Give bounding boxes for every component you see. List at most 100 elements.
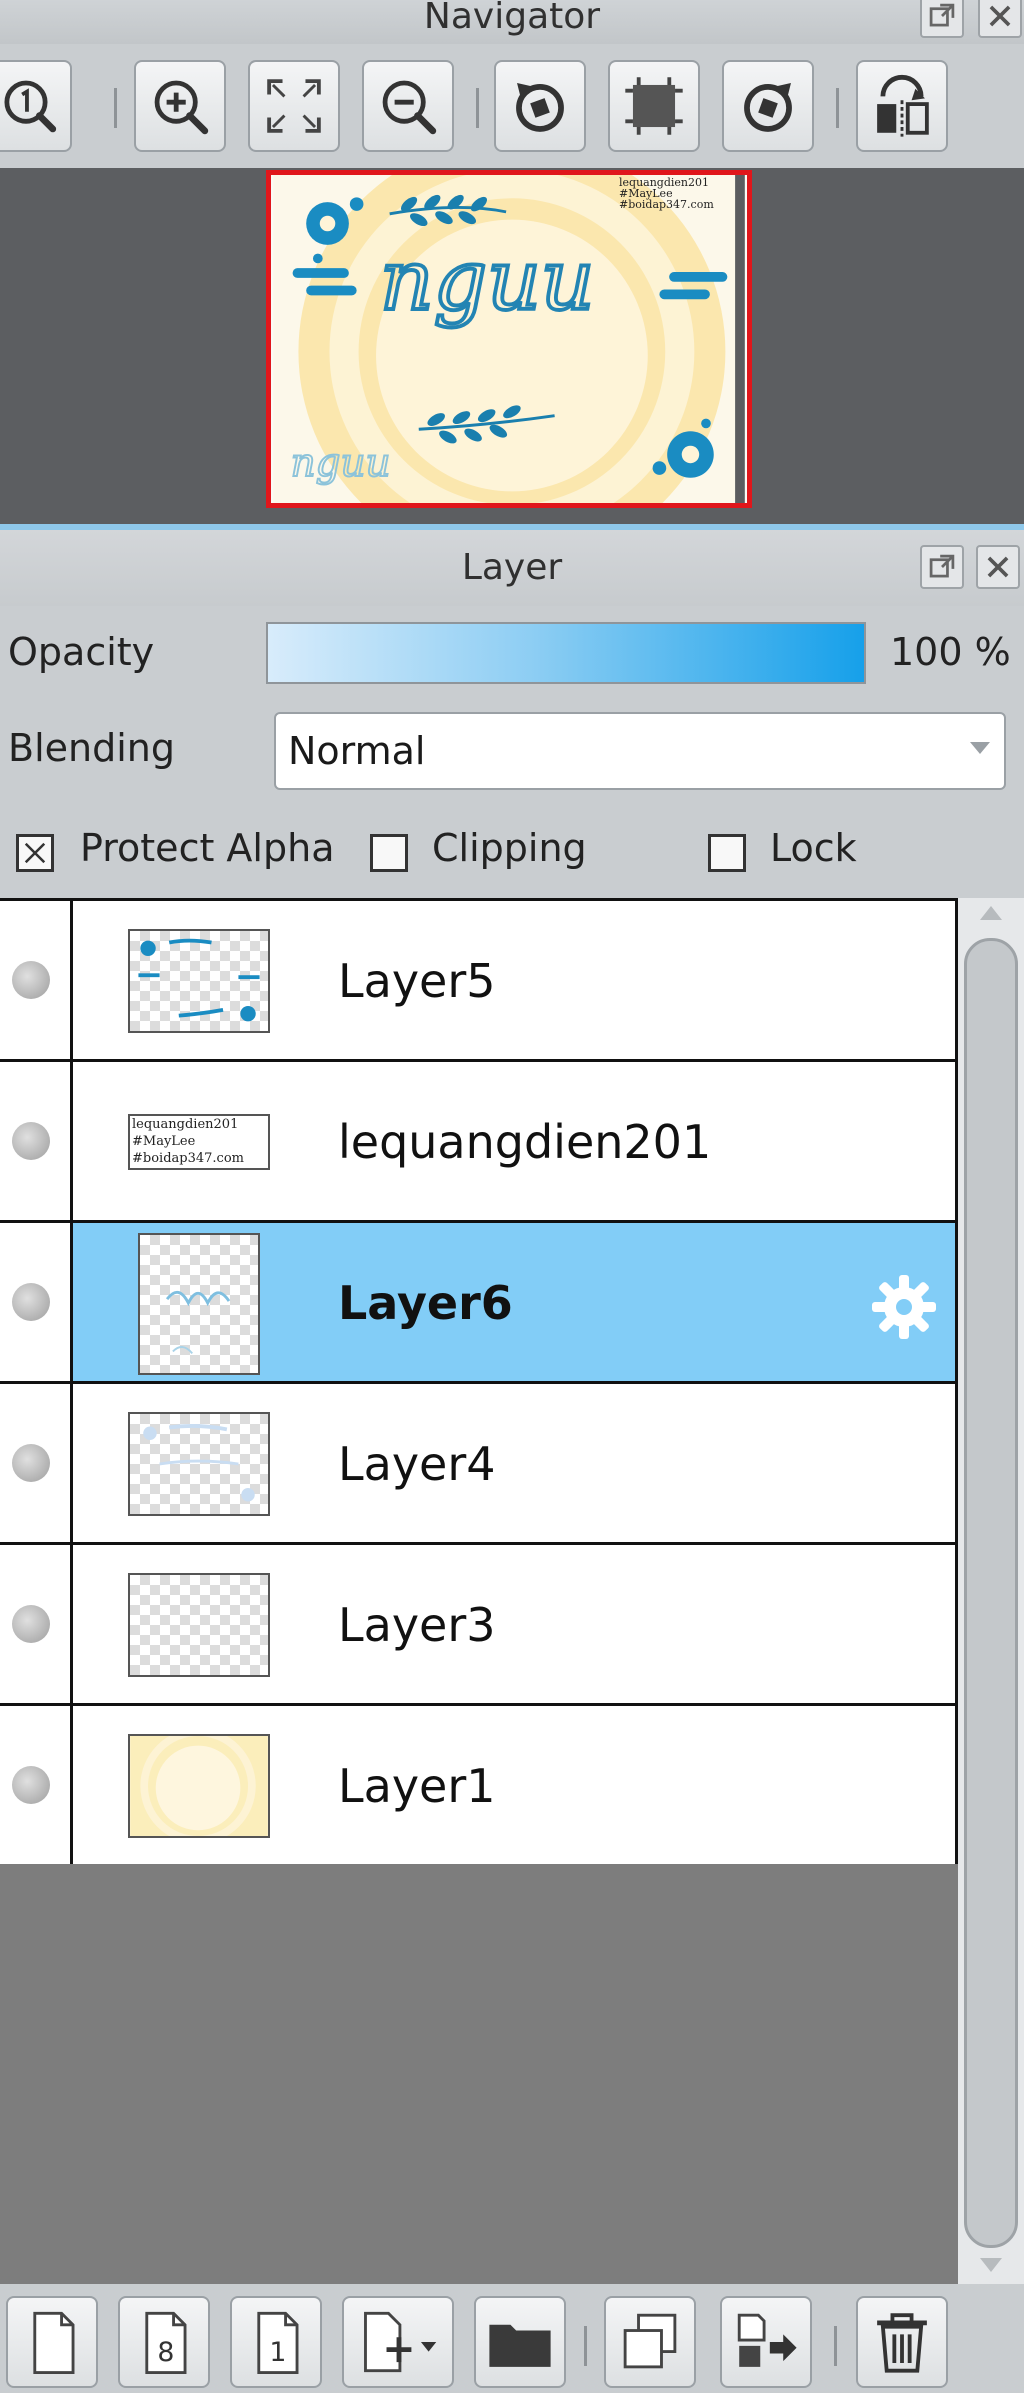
rotate-left-button[interactable] bbox=[494, 60, 586, 152]
layer-titlebar: Layer bbox=[0, 530, 1024, 606]
navigator-title: Navigator bbox=[423, 0, 601, 37]
blending-value: Normal bbox=[288, 729, 426, 773]
rotate-left-icon bbox=[516, 83, 564, 132]
visibility-toggle-icon[interactable] bbox=[12, 1444, 50, 1482]
layer-thumbnail bbox=[128, 929, 270, 1033]
zoom-out-icon bbox=[382, 80, 437, 135]
visibility-toggle-icon[interactable] bbox=[12, 1283, 50, 1321]
checkmark-x-icon bbox=[24, 842, 46, 864]
fit-window-icon bbox=[267, 79, 321, 133]
toolbar-separator bbox=[114, 88, 117, 128]
close-icon bbox=[987, 556, 1009, 578]
artwork-lettering-small: nguu bbox=[291, 441, 391, 486]
new-layer-button[interactable] bbox=[6, 2296, 98, 2388]
fit-window-button[interactable] bbox=[248, 60, 340, 152]
new-layer-icon bbox=[33, 2311, 75, 2375]
zoom-in-icon bbox=[154, 80, 209, 135]
visibility-toggle-icon[interactable] bbox=[12, 1122, 50, 1160]
new-folder-icon bbox=[489, 2324, 551, 2367]
visibility-column bbox=[0, 901, 73, 1059]
layer-row-selected[interactable]: Layer6 bbox=[0, 1223, 955, 1384]
layer-panel-title: Layer bbox=[461, 547, 563, 588]
layer-name: Layer6 bbox=[338, 1276, 513, 1330]
visibility-column bbox=[0, 1384, 73, 1542]
thumbnail-text-line-2: #MayLee bbox=[132, 1134, 196, 1149]
new-8bit-layer-button[interactable]: 8 bbox=[118, 2296, 210, 2388]
layer-name: lequangdien201 bbox=[338, 1115, 712, 1169]
zoom-actual-button[interactable] bbox=[0, 60, 72, 152]
layer-thumbnail bbox=[128, 1573, 270, 1677]
reset-rotation-button[interactable] bbox=[608, 60, 700, 152]
layer-row[interactable]: Layer4 bbox=[0, 1384, 955, 1545]
layer-close-button[interactable] bbox=[976, 545, 1020, 589]
duplicate-layer-icon bbox=[623, 2313, 677, 2369]
layer-list: Layer5 lequangdien201 #MayLee #boidap347… bbox=[0, 898, 958, 1867]
merge-down-button[interactable] bbox=[720, 2296, 812, 2388]
new-1bit-layer-button[interactable]: 1 bbox=[230, 2296, 322, 2388]
opacity-slider[interactable] bbox=[266, 622, 866, 684]
layer-thumbnail-art bbox=[130, 1736, 268, 1836]
layer-thumbnail-art bbox=[165, 1290, 231, 1354]
thumbnail-text-line-3: #boidap347.com bbox=[132, 1151, 244, 1166]
visibility-toggle-icon[interactable] bbox=[12, 1766, 50, 1804]
zoom-in-button[interactable] bbox=[134, 60, 226, 152]
scroll-up-icon[interactable] bbox=[980, 906, 1002, 920]
opacity-label: Opacity bbox=[8, 630, 155, 674]
artwork-thumbnail: nguu nguu bbox=[273, 175, 745, 503]
new-1bit-layer-icon: 1 bbox=[257, 2311, 299, 2375]
duplicate-layer-button[interactable] bbox=[604, 2296, 696, 2388]
navigator-close-button[interactable] bbox=[978, 0, 1022, 38]
layer-list-empty-area[interactable] bbox=[0, 1864, 958, 2284]
clipping-label: Clipping bbox=[432, 826, 587, 870]
zoom-out-button[interactable] bbox=[362, 60, 454, 152]
layer-settings-gear-icon[interactable] bbox=[868, 1271, 940, 1343]
reset-rotation-icon bbox=[625, 77, 683, 135]
toolbar-separator bbox=[836, 88, 839, 128]
toolbar-separator bbox=[834, 2326, 837, 2366]
scroll-down-icon[interactable] bbox=[980, 2258, 1002, 2272]
undock-icon bbox=[929, 3, 955, 27]
blending-label: Blending bbox=[8, 726, 175, 770]
layer-undock-button[interactable] bbox=[920, 545, 964, 589]
layer-row[interactable]: Layer5 bbox=[0, 901, 955, 1062]
visibility-toggle-icon[interactable] bbox=[12, 961, 50, 999]
clipping-checkbox[interactable] bbox=[370, 834, 408, 872]
zoom-actual-icon bbox=[4, 80, 57, 133]
layer-name: Layer3 bbox=[338, 1598, 496, 1652]
protect-alpha-checkbox[interactable] bbox=[16, 834, 54, 872]
blending-select[interactable]: Normal bbox=[274, 712, 1006, 790]
layer-name: Layer4 bbox=[338, 1437, 496, 1491]
new-folder-button[interactable] bbox=[474, 2296, 566, 2388]
chevron-down-icon bbox=[970, 742, 990, 754]
layer-row[interactable]: lequangdien201 #MayLee #boidap347.com le… bbox=[0, 1062, 955, 1223]
rotate-right-button[interactable] bbox=[722, 60, 814, 152]
navigator-titlebar: Navigator bbox=[0, 0, 1024, 44]
artwork-lettering: nguu bbox=[380, 232, 595, 329]
lock-checkbox[interactable] bbox=[708, 834, 746, 872]
delete-layer-button[interactable] bbox=[856, 2296, 948, 2388]
eight-bit-badge: 8 bbox=[157, 2337, 174, 2368]
add-layer-menu-button[interactable] bbox=[342, 2296, 454, 2388]
toolbar-separator bbox=[584, 2326, 587, 2366]
rotate-right-icon bbox=[744, 83, 792, 132]
thumbnail-text-line-1: lequangdien201 bbox=[132, 1117, 239, 1132]
protect-alpha-label: Protect Alpha bbox=[80, 826, 335, 870]
delete-layer-icon bbox=[877, 2313, 927, 2373]
undock-icon bbox=[929, 554, 955, 578]
layer-thumbnail-art bbox=[143, 1424, 255, 1502]
navigator-undock-button[interactable] bbox=[920, 0, 964, 38]
navigator-preview[interactable]: nguu nguu lequangdien201 #MayLee #boidap… bbox=[266, 170, 752, 508]
visibility-column bbox=[0, 1223, 73, 1381]
opacity-value: 100 % bbox=[890, 630, 1011, 674]
layer-scrollbar[interactable] bbox=[958, 898, 1024, 2284]
layer-row[interactable]: Layer3 bbox=[0, 1545, 955, 1706]
layer-row[interactable]: Layer1 bbox=[0, 1706, 955, 1867]
layer-thumbnail bbox=[128, 1734, 270, 1838]
visibility-column bbox=[0, 1545, 73, 1703]
new-8bit-layer-icon: 8 bbox=[145, 2311, 187, 2375]
visibility-toggle-icon[interactable] bbox=[12, 1605, 50, 1643]
scrollbar-thumb[interactable] bbox=[964, 938, 1018, 2248]
flip-horizontal-icon bbox=[877, 74, 929, 137]
flip-horizontal-button[interactable] bbox=[856, 60, 948, 152]
layer-name: Layer5 bbox=[338, 954, 496, 1008]
